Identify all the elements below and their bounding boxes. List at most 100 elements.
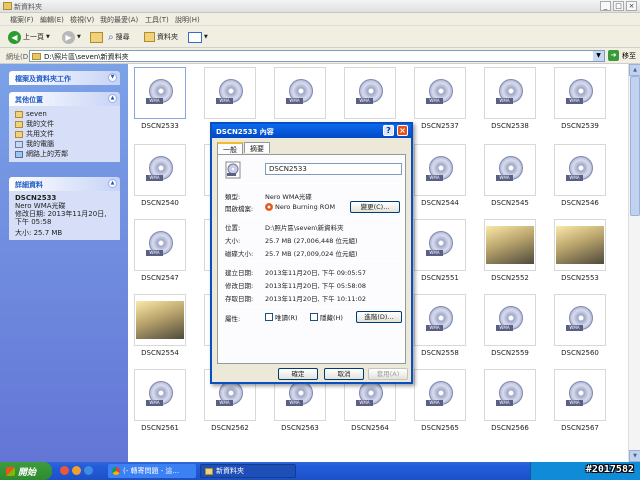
advanced-button[interactable]: 進階(D)... bbox=[356, 311, 402, 323]
menu-view[interactable]: 檢視(V) bbox=[70, 15, 94, 25]
file-item[interactable]: WMA DSCN2561 bbox=[130, 369, 190, 432]
close-button[interactable]: × bbox=[626, 1, 637, 11]
panel-title[interactable]: 詳細資料 ▲ bbox=[9, 177, 120, 191]
general-panel: DSCN2533 類型: Nero WMA光碟 開啟檔案: Nero Burni… bbox=[217, 154, 406, 364]
file-item[interactable]: WMA DSCN2537 bbox=[410, 67, 470, 130]
file-item[interactable]: WMA DSCN2545 bbox=[480, 144, 540, 207]
file-item[interactable]: WMA DSCN2566 bbox=[480, 369, 540, 432]
apply-button[interactable]: 套用(A) bbox=[368, 368, 408, 380]
file-name: DSCN2567 bbox=[561, 424, 599, 432]
menu-edit[interactable]: 編輯(E) bbox=[40, 15, 64, 25]
size-label: 大小: bbox=[225, 237, 241, 245]
scroll-down-icon[interactable]: ▼ bbox=[629, 450, 640, 462]
folders-button[interactable]: 資料夾 bbox=[144, 30, 178, 44]
menu-tools[interactable]: 工具(T) bbox=[145, 15, 169, 25]
collapse-icon[interactable]: ▲ bbox=[108, 94, 117, 103]
forward-button[interactable]: ▶ ▼ bbox=[62, 30, 81, 44]
file-item[interactable]: WMA DSCN2547 bbox=[130, 219, 190, 282]
file-name: DSCN2565 bbox=[421, 424, 459, 432]
scroll-thumb[interactable] bbox=[630, 76, 640, 216]
filename-input[interactable]: DSCN2533 bbox=[265, 163, 402, 175]
file-item[interactable]: DSCN2553 bbox=[550, 219, 610, 282]
checkbox-box[interactable] bbox=[310, 313, 318, 321]
help-button[interactable]: ? bbox=[383, 125, 394, 136]
file-name: DSCN2545 bbox=[491, 199, 529, 207]
scroll-up-icon[interactable]: ▲ bbox=[629, 64, 640, 76]
wma-file-icon: WMA bbox=[414, 144, 466, 196]
place-shared-documents[interactable]: 共用文件 bbox=[15, 129, 114, 139]
opens-with-value: Nero Burning ROM bbox=[265, 203, 335, 211]
file-item[interactable]: WMA DSCN2546 bbox=[550, 144, 610, 207]
views-icon bbox=[188, 31, 202, 43]
file-name: DSCN2559 bbox=[491, 349, 529, 357]
place-my-documents[interactable]: 我的文件 bbox=[15, 119, 114, 129]
file-item[interactable]: WMA DSCN2565 bbox=[410, 369, 470, 432]
file-item[interactable]: WMA DSCN2559 bbox=[480, 294, 540, 357]
wma-file-icon: WMA bbox=[484, 67, 536, 119]
back-button[interactable]: ◀ 上一頁 ▼ bbox=[8, 30, 50, 44]
expand-icon[interactable]: ▼ bbox=[108, 73, 117, 82]
hidden-checkbox[interactable]: 隱藏(H) bbox=[310, 312, 343, 322]
panel-other-places: 其他位置 ▲ seven 我的文件 共用文件 我的電腦 網路上的芳鄰 bbox=[9, 92, 120, 162]
file-name: DSCN2558 bbox=[421, 349, 459, 357]
file-item[interactable]: WMA DSCN2544 bbox=[410, 144, 470, 207]
quicklaunch-icon[interactable] bbox=[84, 466, 93, 475]
size-on-disk-value: 25.7 MB (27,009,024 位元組) bbox=[265, 250, 358, 258]
file-item[interactable]: WMA DSCN2558 bbox=[410, 294, 470, 357]
go-button[interactable]: ➜ 移至 bbox=[608, 50, 636, 61]
menu-file[interactable]: 檔案(F) bbox=[10, 15, 34, 25]
wma-file-icon: WMA bbox=[134, 144, 186, 196]
chevron-down-icon[interactable]: ▼ bbox=[593, 51, 604, 61]
nero-icon bbox=[265, 203, 273, 211]
menu-favorites[interactable]: 我的最愛(A) bbox=[100, 15, 138, 25]
file-item[interactable]: WMA DSCN2540 bbox=[130, 144, 190, 207]
cancel-button[interactable]: 取消 bbox=[324, 368, 364, 380]
file-item[interactable]: WMA DSCN2551 bbox=[410, 219, 470, 282]
place-network[interactable]: 網路上的芳鄰 bbox=[15, 149, 114, 159]
collapse-icon[interactable]: ▲ bbox=[108, 179, 117, 188]
file-item[interactable]: WMA DSCN2560 bbox=[550, 294, 610, 357]
file-name: DSCN2566 bbox=[491, 424, 529, 432]
place-seven[interactable]: seven bbox=[15, 109, 114, 119]
window-titlebar: 新資料夾 _ □ × bbox=[0, 0, 640, 13]
address-input[interactable]: D:\照片區\seven\新資料夾 ▼ bbox=[29, 50, 605, 62]
panel-title[interactable]: 其他位置 ▲ bbox=[9, 92, 120, 106]
taskbar-item-folder[interactable]: 新資料夾 bbox=[200, 464, 296, 478]
tab-general[interactable]: 一般 bbox=[217, 142, 243, 154]
address-value: D:\照片區\seven\新資料夾 bbox=[44, 53, 129, 61]
views-button[interactable]: ▼ bbox=[188, 30, 208, 44]
panel-title[interactable]: 檔案及資料夾工作 ▼ bbox=[9, 71, 120, 85]
file-item[interactable]: WMA DSCN2539 bbox=[550, 67, 610, 130]
menu-help[interactable]: 說明(H) bbox=[175, 15, 200, 25]
maximize-button[interactable]: □ bbox=[613, 1, 624, 11]
wma-file-icon: WMA bbox=[484, 369, 536, 421]
file-item[interactable]: WMA bbox=[340, 67, 400, 122]
file-name: DSCN2560 bbox=[561, 349, 599, 357]
quicklaunch-icon[interactable] bbox=[60, 466, 69, 475]
readonly-checkbox[interactable]: 唯讀(R) bbox=[265, 312, 298, 322]
checkbox-box[interactable] bbox=[265, 313, 273, 321]
file-item[interactable]: WMA bbox=[270, 67, 330, 122]
ok-button[interactable]: 確定 bbox=[278, 368, 318, 380]
wma-file-icon: WMA bbox=[414, 294, 466, 346]
taskbar-item-browser[interactable]: (- 轉寄問題 - 這... bbox=[108, 464, 196, 478]
file-item[interactable]: WMA bbox=[200, 67, 260, 122]
file-item[interactable]: DSCN2554 bbox=[130, 294, 190, 357]
dialog-close-button[interactable]: × bbox=[397, 125, 408, 136]
vertical-scrollbar[interactable]: ▲ ▼ bbox=[628, 64, 640, 462]
file-item[interactable]: WMA DSCN2567 bbox=[550, 369, 610, 432]
file-item[interactable]: WMA DSCN2533 bbox=[130, 67, 190, 130]
place-my-computer[interactable]: 我的電腦 bbox=[15, 139, 114, 149]
file-item[interactable]: WMA DSCN2538 bbox=[480, 67, 540, 130]
quicklaunch-icon[interactable] bbox=[72, 466, 81, 475]
change-button[interactable]: 變更(C)... bbox=[350, 201, 400, 213]
up-folder-icon bbox=[90, 31, 103, 43]
up-folder-button[interactable] bbox=[90, 30, 103, 44]
file-name: DSCN2562 bbox=[211, 424, 249, 432]
toolbar: ◀ 上一頁 ▼ ▶ ▼ ⌕ 搜尋 資料夾 ▼ bbox=[0, 26, 640, 48]
minimize-button[interactable]: _ bbox=[600, 1, 611, 11]
start-button[interactable]: 開始 bbox=[0, 462, 52, 480]
search-button[interactable]: ⌕ 搜尋 bbox=[108, 30, 130, 44]
tab-summary[interactable]: 摘要 bbox=[244, 142, 270, 153]
file-item[interactable]: DSCN2552 bbox=[480, 219, 540, 282]
